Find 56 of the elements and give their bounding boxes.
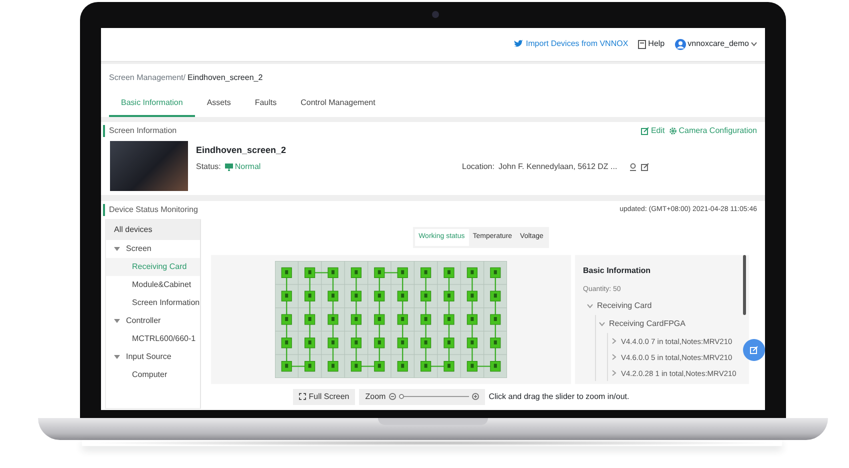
caret-down-icon (114, 354, 120, 360)
camera-configuration-link[interactable]: Camera Configuration (668, 124, 757, 137)
edit-icon (641, 163, 650, 172)
chevron-down-icon (751, 41, 757, 48)
expand-icon (298, 393, 306, 400)
location-value: John F. Kennedylaan, 5612 DZ ... (498, 161, 618, 174)
tab[interactable]: Basic Information (109, 92, 195, 117)
status-label: Status: (196, 161, 221, 174)
zoom-in-icon (472, 393, 479, 400)
edit-icon (750, 346, 758, 354)
camera-icon (432, 11, 439, 18)
tree-item[interactable]: Screen Information (106, 294, 200, 312)
tab[interactable]: Faults (242, 92, 289, 117)
tree-node[interactable]: Receiving Card (587, 297, 652, 316)
zoom-hint: Click and drag the slider to zoom in/out. (488, 390, 630, 403)
gear-icon (668, 126, 677, 135)
full-screen-button[interactable]: Full Screen (292, 388, 356, 405)
chevron-down-icon (587, 303, 593, 310)
zoom-out-icon (388, 393, 396, 400)
tree-item[interactable]: MCTRL600/660-1 (106, 330, 200, 348)
help-link[interactable]: Help (638, 38, 665, 50)
chevron-right-icon (611, 338, 617, 344)
chevron-down-icon (599, 321, 605, 328)
tab[interactable]: Control Management (288, 92, 388, 117)
floating-edit-button[interactable] (743, 339, 765, 362)
chevron-right-icon (611, 370, 617, 376)
bird-icon (514, 40, 523, 48)
tree-item[interactable]: Module&Cabinet (106, 276, 200, 294)
section-title: Screen Information (103, 124, 177, 137)
panel-title: Basic Information (583, 264, 652, 277)
section-title: Device Status Monitoring (103, 204, 198, 216)
tree-item[interactable]: Screen (106, 240, 200, 258)
user-menu[interactable]: vnnoxcare_demo (674, 38, 757, 50)
chevron-right-icon (611, 354, 617, 360)
tree-item[interactable]: Input Source (106, 348, 200, 366)
breadcrumb-current: Eindhoven_screen_2 (188, 72, 263, 84)
screen-name: Eindhoven_screen_2 (196, 144, 288, 157)
import-link[interactable]: Import Devices from VNNOX (514, 38, 628, 50)
slider-thumb[interactable] (398, 394, 404, 400)
caret-down-icon (114, 246, 120, 252)
edit-link[interactable]: Edit (640, 124, 665, 137)
tree-header[interactable]: All devices (106, 220, 200, 240)
edit-icon (640, 126, 649, 135)
scrollbar[interactable] (743, 254, 746, 315)
location-label: Location: (462, 161, 494, 174)
tree-item[interactable]: Computer (106, 366, 200, 384)
tab[interactable]: Assets (194, 92, 243, 117)
caret-down-icon (114, 318, 120, 324)
monitor-icon (224, 163, 233, 172)
status-value: Normal (224, 161, 261, 174)
avatar-icon (674, 38, 686, 50)
breadcrumb-link[interactable]: Screen Management/ (109, 72, 186, 84)
book-icon (638, 40, 646, 49)
zoom-label: Zoom (365, 390, 386, 403)
tree-item[interactable]: Controller (106, 312, 200, 330)
tree-node[interactable]: Receiving CardFPGA (599, 315, 686, 334)
